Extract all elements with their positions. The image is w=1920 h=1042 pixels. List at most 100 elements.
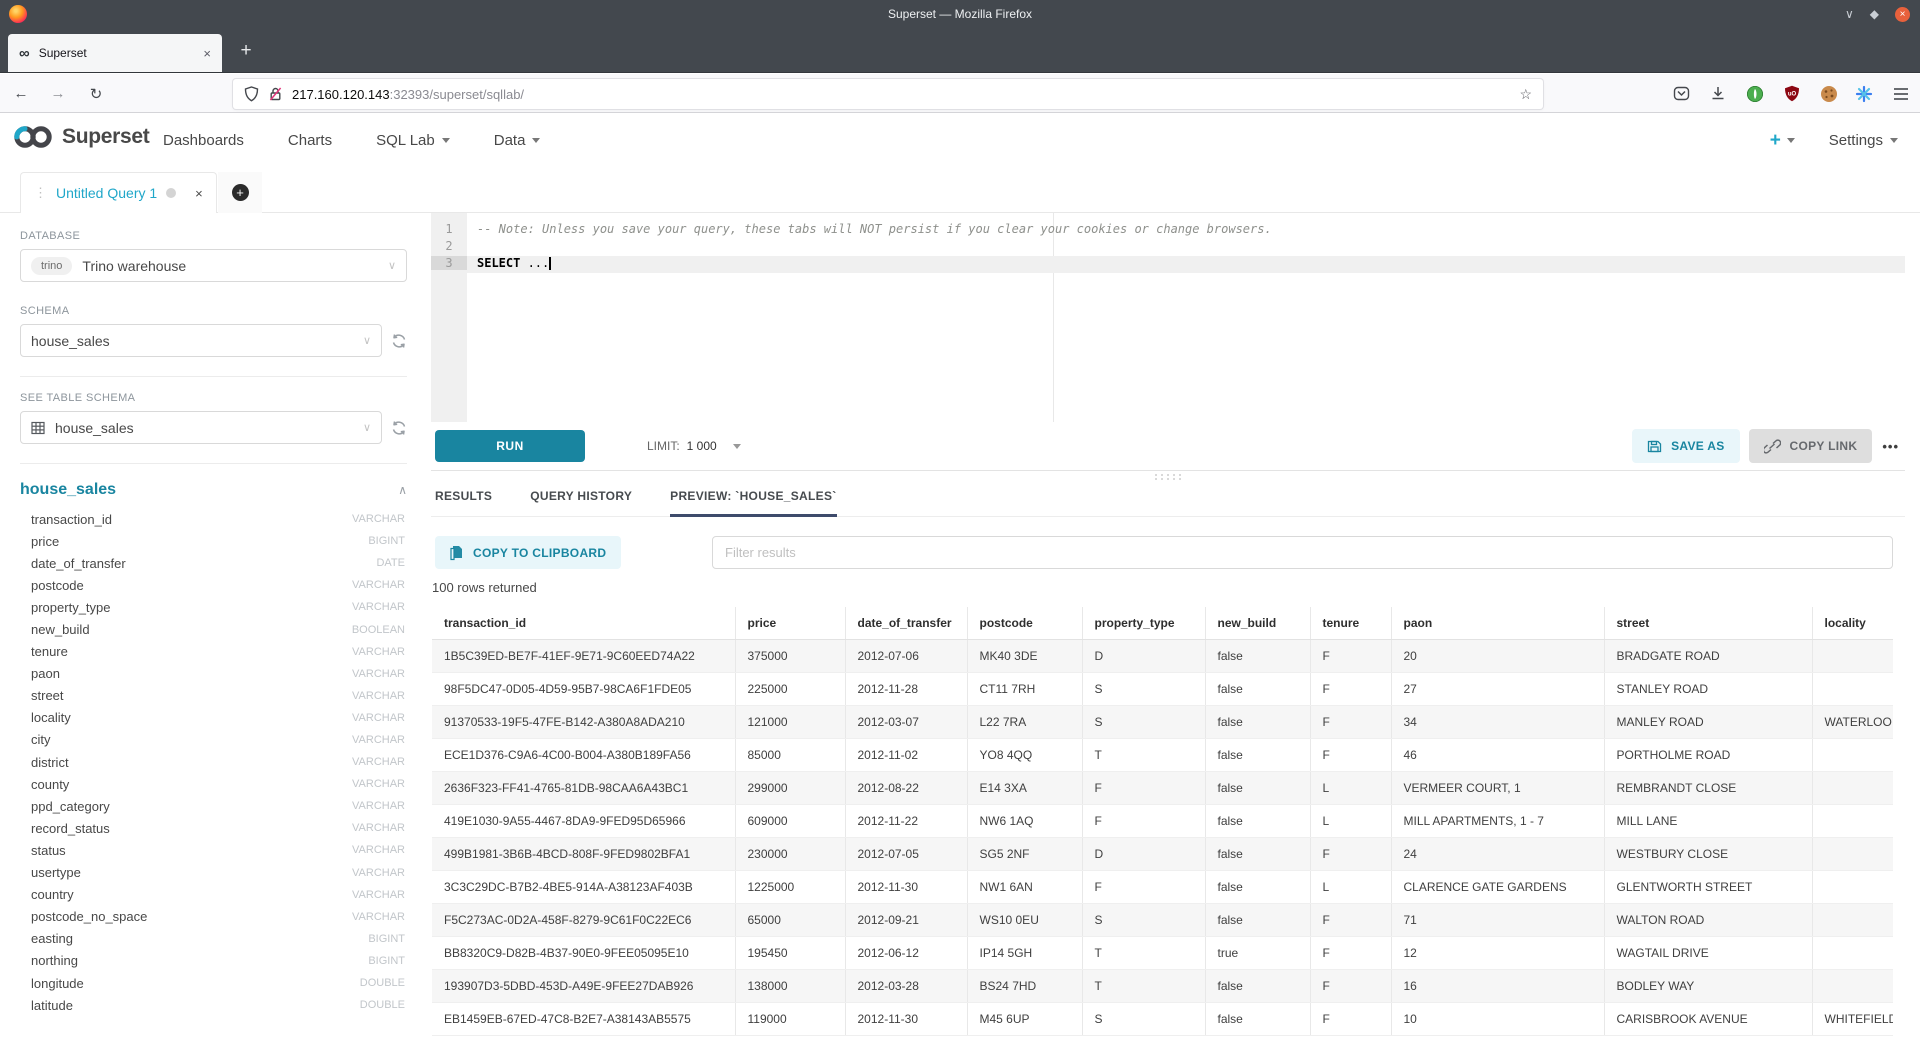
sparkle-blue-icon[interactable] <box>1851 74 1877 113</box>
refresh-table-icon[interactable] <box>391 420 407 436</box>
schema-column-row[interactable]: countyVARCHAR <box>31 773 407 795</box>
table-row[interactable]: F5C273AC-0D2A-458F-8279-9C61F0C22EC66500… <box>432 904 1893 937</box>
extension-green-icon[interactable] <box>1742 74 1768 113</box>
results-column-header[interactable]: tenure <box>1310 607 1391 640</box>
filter-results-input[interactable] <box>712 536 1893 569</box>
reload-button[interactable]: ↻ <box>83 74 109 113</box>
schema-column-row[interactable]: priceBIGINT <box>31 530 407 552</box>
table-row[interactable]: 91370533-19F5-47FE-B142-A380A8ADA2101210… <box>432 706 1893 739</box>
schema-column-row[interactable]: eastingBIGINT <box>31 928 407 950</box>
schema-column-row[interactable]: usertypeVARCHAR <box>31 862 407 884</box>
window-minimize-icon[interactable]: ∨ <box>1845 8 1854 20</box>
results-cell: false <box>1205 640 1310 673</box>
table-row[interactable]: 193907D3-5DBD-453D-A49E-9FEE27DAB9261380… <box>432 970 1893 1003</box>
download-icon[interactable] <box>1705 74 1731 113</box>
results-column-header[interactable]: date_of_transfer <box>845 607 967 640</box>
menu-hamburger-icon[interactable] <box>1888 74 1914 113</box>
table-row[interactable]: EB1459EB-67ED-47C8-B2E7-A38143AB55751190… <box>432 1003 1893 1036</box>
schema-column-row[interactable]: northingBIGINT <box>31 950 407 972</box>
lock-disabled-icon[interactable] <box>268 86 283 102</box>
run-button[interactable]: RUN <box>435 430 585 462</box>
schema-column-row[interactable]: latitudeDOUBLE <box>31 994 407 1016</box>
table-row[interactable]: 98F5DC47-0D05-4D59-95B7-98CA6F1FDE052250… <box>432 673 1893 706</box>
table-schema-heading[interactable]: house_sales <box>20 481 116 499</box>
table-row[interactable]: BB8320C9-D82B-4B37-90E0-9FEE05095E101954… <box>432 937 1893 970</box>
schema-column-row[interactable]: new_buildBOOLEAN <box>31 618 407 640</box>
save-as-button[interactable]: SAVE AS <box>1632 429 1739 463</box>
tab-query-history[interactable]: QUERY HISTORY <box>530 483 632 516</box>
schema-column-row[interactable]: property_typeVARCHAR <box>31 596 407 618</box>
pane-resize-handle[interactable] <box>1153 473 1183 481</box>
tab-results[interactable]: RESULTS <box>435 483 492 516</box>
drag-handle-icon[interactable]: ⋮ <box>34 185 47 201</box>
query-tab-close-icon[interactable]: × <box>195 186 203 201</box>
table-row[interactable]: 499B1981-3B6B-4BCD-808F-9FED9802BFA12300… <box>432 838 1893 871</box>
schema-select[interactable]: house_sales ∨ <box>20 324 382 357</box>
results-column-header[interactable]: transaction_id <box>432 607 735 640</box>
sql-editor[interactable]: 1 -- Note: Unless you save your query, t… <box>431 213 1905 422</box>
results-cell: F <box>1310 970 1391 1003</box>
cookie-icon[interactable] <box>1816 74 1842 113</box>
schema-column-row[interactable]: districtVARCHAR <box>31 751 407 773</box>
table-row[interactable]: 3C3C29DC-B7B2-4BE5-914A-A38123AF403B1225… <box>432 871 1893 904</box>
results-column-header[interactable]: street <box>1604 607 1812 640</box>
browser-tab-close-icon[interactable]: × <box>203 46 211 61</box>
results-cell: 609000 <box>735 805 845 838</box>
window-close-icon[interactable]: × <box>1895 7 1910 22</box>
collapse-chevron-icon[interactable]: ∧ <box>398 483 407 497</box>
schema-column-row[interactable]: localityVARCHAR <box>31 707 407 729</box>
shield-icon[interactable] <box>244 86 259 102</box>
nav-charts[interactable]: Charts <box>288 132 332 149</box>
window-maximize-icon[interactable]: ◆ <box>1870 8 1879 20</box>
results-column-header[interactable]: price <box>735 607 845 640</box>
tab-preview-house-sales[interactable]: PREVIEW: `HOUSE_SALES` <box>670 483 836 516</box>
nav-data[interactable]: Data <box>494 132 541 149</box>
limit-control[interactable]: LIMIT: 1 000 <box>647 439 741 453</box>
nav-dashboards[interactable]: Dashboards <box>163 132 244 149</box>
table-select[interactable]: house_sales ∨ <box>20 411 382 444</box>
results-column-header[interactable]: postcode <box>967 607 1082 640</box>
schema-column-row[interactable]: streetVARCHAR <box>31 685 407 707</box>
results-column-header[interactable]: paon <box>1391 607 1604 640</box>
query-tab[interactable]: ⋮ Untitled Query 1 × <box>20 172 217 213</box>
schema-column-row[interactable]: countryVARCHAR <box>31 884 407 906</box>
bookmark-star-icon[interactable]: ☆ <box>1519 86 1532 103</box>
schema-column-row[interactable]: record_statusVARCHAR <box>31 817 407 839</box>
results-table-wrap: transaction_idpricedate_of_transferpostc… <box>432 607 1893 1042</box>
copy-to-clipboard-button[interactable]: COPY TO CLIPBOARD <box>435 536 621 569</box>
back-button[interactable]: ← <box>8 74 34 113</box>
schema-column-row[interactable]: statusVARCHAR <box>31 839 407 861</box>
schema-column-row[interactable]: cityVARCHAR <box>31 729 407 751</box>
ublock-icon[interactable]: uO <box>1779 74 1805 113</box>
schema-column-row[interactable]: postcode_no_spaceVARCHAR <box>31 906 407 928</box>
table-row[interactable]: 2636F323-FF41-4765-81DB-98CAA6A43BC12990… <box>432 772 1893 805</box>
new-tab-button[interactable]: + <box>232 37 260 65</box>
table-row[interactable]: 1B5C39ED-BE7F-41EF-9E71-9C60EED74A223750… <box>432 640 1893 673</box>
superset-logo[interactable]: Superset <box>12 124 149 150</box>
add-new-button[interactable]: + <box>1770 130 1795 152</box>
schema-column-row[interactable]: ppd_categoryVARCHAR <box>31 795 407 817</box>
settings-menu[interactable]: Settings <box>1829 132 1898 149</box>
table-row[interactable]: 419E1030-9A55-4467-8DA9-9FED95D659666090… <box>432 805 1893 838</box>
schema-column-row[interactable]: postcodeVARCHAR <box>31 574 407 596</box>
copy-link-button[interactable]: COPY LINK <box>1749 429 1873 463</box>
schema-column-row[interactable]: longitudeDOUBLE <box>31 972 407 994</box>
schema-column-row[interactable]: date_of_transferDATE <box>31 552 407 574</box>
nav-sql-lab[interactable]: SQL Lab <box>376 132 450 149</box>
results-column-header[interactable]: locality <box>1812 607 1893 640</box>
browser-tab[interactable]: ∞ Superset × <box>8 34 222 72</box>
add-query-tab-button[interactable]: + <box>218 172 262 213</box>
forward-button[interactable]: → <box>45 74 71 113</box>
table-row[interactable]: ECE1D376-C9A6-4C00-B004-A380B189FA568500… <box>432 739 1893 772</box>
results-column-header[interactable]: property_type <box>1082 607 1205 640</box>
schema-column-row[interactable]: transaction_idVARCHAR <box>31 508 407 530</box>
results-column-header[interactable]: new_build <box>1205 607 1310 640</box>
pocket-icon[interactable] <box>1668 74 1694 113</box>
schema-column-row[interactable]: tenureVARCHAR <box>31 641 407 663</box>
database-select[interactable]: trino Trino warehouse ∨ <box>20 249 407 282</box>
refresh-schema-icon[interactable] <box>391 333 407 349</box>
results-cell: 65000 <box>735 904 845 937</box>
schema-column-row[interactable]: paonVARCHAR <box>31 663 407 685</box>
url-bar[interactable]: 217.160.120.143:32393/superset/sqllab/ ☆ <box>233 79 1543 109</box>
more-options-button[interactable]: ••• <box>1882 439 1899 454</box>
